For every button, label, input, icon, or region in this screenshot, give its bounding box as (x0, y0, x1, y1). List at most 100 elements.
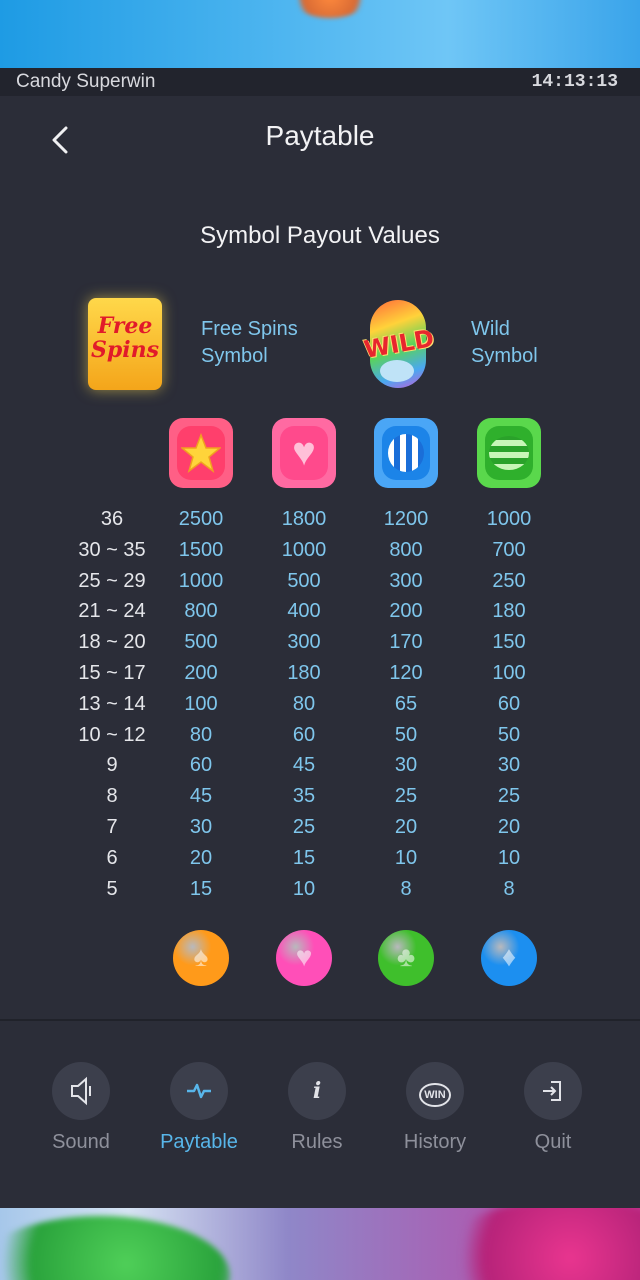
payout-value: 100 (184, 693, 218, 715)
payout-count-label: 18 ~ 20 (78, 631, 146, 653)
payout-count-label: 30 ~ 35 (78, 539, 146, 561)
exit-icon (524, 1062, 582, 1120)
blue-striped-candy-icon (374, 418, 438, 488)
speaker-icon (52, 1062, 110, 1120)
payout-value: 180 (287, 662, 321, 684)
nav-label-paytable: Paytable (160, 1131, 238, 1153)
payout-value: 500 (184, 631, 218, 653)
ball-glyph: ♣ (396, 941, 416, 972)
nav-paytable[interactable]: Paytable (149, 1062, 249, 1162)
payout-value: 250 (492, 570, 526, 592)
payout-value: 60 (497, 693, 521, 715)
pulse-icon (170, 1062, 228, 1120)
payout-value: 1500 (178, 539, 224, 561)
club-ball-icon: ♣ (378, 930, 434, 986)
star-candy-icon (169, 418, 233, 488)
payout-count-label: 36 (100, 508, 124, 530)
payout-value: 15 (189, 878, 213, 900)
win-history-icon-text: WIN (419, 1083, 451, 1107)
green-striped-candy-icon (477, 418, 541, 488)
section-title: Symbol Payout Values (200, 222, 440, 249)
payout-value: 1000 (178, 570, 224, 592)
nav-label-sound: Sound (52, 1131, 110, 1153)
payout-count-label: 5 (106, 878, 118, 900)
app-title: Candy Superwin (16, 71, 156, 92)
payout-value: 800 (184, 600, 218, 622)
clock: 14:13:13 (531, 72, 618, 92)
heart-ball-icon: ♥ (276, 930, 332, 986)
wild-label-line1: Wild (471, 318, 510, 340)
payout-value: 8 (400, 878, 412, 900)
divider (0, 1019, 640, 1021)
payout-value: 80 (292, 693, 316, 715)
win-history-icon: WIN (406, 1062, 464, 1120)
payout-count-label: 13 ~ 14 (78, 693, 146, 715)
page-title: Paytable (265, 120, 375, 151)
info-icon: i (288, 1062, 346, 1120)
wild-label-line2: Symbol (471, 345, 538, 367)
payout-value: 45 (292, 754, 316, 776)
green-candy-blur (0, 1216, 230, 1280)
free-spins-icon-text-2: Spins (90, 337, 159, 363)
payout-count-label: 25 ~ 29 (78, 570, 146, 592)
payout-value: 700 (492, 539, 526, 561)
status-bar: Candy Superwin 14:13:13 (0, 68, 640, 96)
nav-label-rules: Rules (291, 1131, 343, 1153)
payout-count-label: 6 (106, 847, 118, 869)
payout-value: 200 (389, 600, 423, 622)
pink-candy-blur (440, 1208, 640, 1280)
free-spins-icon: Free Spins (88, 298, 162, 390)
payout-value: 150 (492, 631, 526, 653)
payout-value: 65 (394, 693, 418, 715)
payout-value: 25 (497, 785, 521, 807)
payout-count-label: 21 ~ 24 (78, 600, 146, 622)
nav-quit[interactable]: Quit (503, 1062, 603, 1162)
payout-count-label: 8 (106, 785, 118, 807)
star-shape (181, 433, 221, 473)
payout-value: 8 (503, 878, 515, 900)
payout-value: 20 (497, 816, 521, 838)
payout-value: 2500 (178, 508, 224, 530)
nav-label-quit: Quit (534, 1131, 572, 1153)
free-spins-label-line2: Symbol (201, 345, 268, 367)
payout-count-label: 15 ~ 17 (78, 662, 146, 684)
payout-value: 10 (497, 847, 521, 869)
payout-value: 30 (189, 816, 213, 838)
wild-label: Wild Symbol (471, 316, 538, 370)
payout-value: 170 (389, 631, 423, 653)
payout-value: 1000 (486, 508, 532, 530)
game-background-top (0, 0, 640, 68)
payout-value: 20 (394, 816, 418, 838)
payout-value: 45 (189, 785, 213, 807)
payout-value: 300 (287, 631, 321, 653)
payout-value: 35 (292, 785, 316, 807)
spade-ball-icon: ♠ (173, 930, 229, 986)
ball-glyph: ♦ (501, 941, 517, 972)
payout-value: 120 (389, 662, 423, 684)
ball-glyph: ♥ (295, 941, 313, 972)
paytable-panel: Candy Superwin 14:13:13 Paytable Symbol … (0, 68, 640, 1208)
payout-value: 400 (287, 600, 321, 622)
nav-history[interactable]: WIN History (385, 1062, 485, 1162)
heart-candy-icon: ♥ (272, 418, 336, 488)
payout-value: 180 (492, 600, 526, 622)
payout-count-label: 10 ~ 12 (78, 724, 146, 746)
wild-icon: WILD (362, 300, 436, 388)
game-background-bottom (0, 1208, 640, 1280)
payout-value: 25 (292, 816, 316, 838)
diamond-ball-icon: ♦ (481, 930, 537, 986)
payout-value: 15 (292, 847, 316, 869)
payout-value: 1800 (281, 508, 327, 530)
nav-rules[interactable]: i Rules (267, 1062, 367, 1162)
payout-value: 800 (389, 539, 423, 561)
payout-value: 1200 (383, 508, 429, 530)
payout-value: 300 (389, 570, 423, 592)
payout-value: 60 (292, 724, 316, 746)
payout-value: 50 (497, 724, 521, 746)
payout-value: 500 (287, 570, 321, 592)
payout-count-label: 7 (106, 816, 118, 838)
payout-value: 60 (189, 754, 213, 776)
payout-value: 10 (394, 847, 418, 869)
payout-value: 10 (292, 878, 316, 900)
nav-sound[interactable]: Sound (31, 1062, 131, 1162)
